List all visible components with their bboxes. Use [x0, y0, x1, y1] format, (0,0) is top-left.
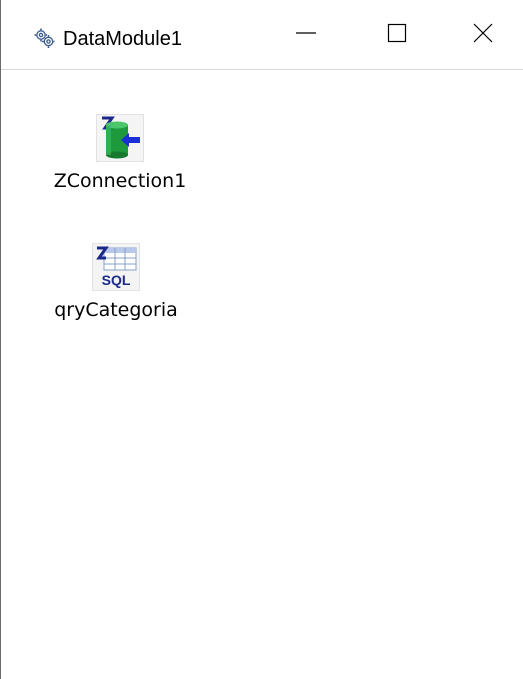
component-qrycategoria[interactable]: SQL qryCategoria	[41, 243, 191, 321]
sql-icon-text: SQL	[102, 272, 131, 288]
zeos-connection-icon[interactable]	[96, 114, 144, 162]
window-title: DataModule1	[63, 28, 182, 50]
maximize-button[interactable]	[352, 0, 442, 70]
minimize-button[interactable]	[261, 0, 351, 70]
zeos-sql-query-icon[interactable]: SQL	[92, 243, 140, 291]
close-icon	[472, 22, 494, 49]
close-button[interactable]	[443, 0, 523, 70]
component-label: qryCategoria	[54, 299, 178, 321]
gear-cluster-icon[interactable]	[33, 27, 55, 49]
title-bar[interactable]: DataModule1	[1, 0, 523, 70]
datamodule-design-surface[interactable]: ZConnection1 SQL qryCategoria	[1, 70, 523, 679]
minimize-icon	[295, 22, 317, 49]
maximize-icon	[386, 22, 408, 49]
component-label: ZConnection1	[53, 170, 187, 192]
datamodule-window: DataModule1 ZConnection1 SQL qryCategori…	[0, 0, 523, 679]
component-zconnection1[interactable]: ZConnection1	[45, 114, 195, 192]
